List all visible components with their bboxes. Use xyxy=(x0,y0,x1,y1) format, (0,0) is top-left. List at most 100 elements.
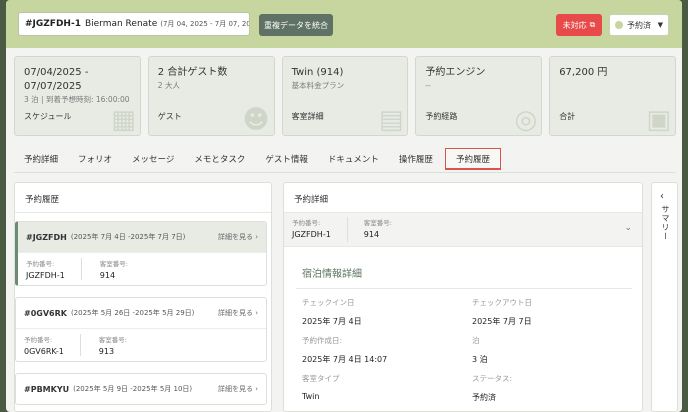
reservation-dates: (7月 04, 2025 - 7月 07, 2025) xyxy=(160,20,250,28)
schedule-sub: 3 泊 | 到着予想時刻: 16:00:00 xyxy=(24,95,130,104)
view-details-link[interactable]: 詳細を見る › xyxy=(218,384,258,394)
field-value: 2025年 7月 7日 xyxy=(472,317,532,326)
tab-notes-tasks[interactable]: メモとタスク xyxy=(184,146,255,172)
history-id: #JGZFDH xyxy=(26,232,67,242)
tab-reservation-history[interactable]: 予約履歴 xyxy=(444,148,501,170)
room-type: Twin (914) xyxy=(291,67,344,78)
room-no-label: 客室番号: xyxy=(99,260,128,268)
chevron-down-icon: ▼ xyxy=(657,21,663,29)
field-value: Twin xyxy=(302,392,320,401)
card-total[interactable]: 67,200 円 合計 ▣ xyxy=(549,56,676,136)
history-id: #PBMKYU xyxy=(24,384,70,394)
reservation-code: #JGZFDH-1 xyxy=(25,19,81,29)
tab-reservation-details[interactable]: 予約詳細 xyxy=(14,146,68,172)
calendar-icon: ▦ xyxy=(111,105,136,135)
card-room[interactable]: Twin (914) 基本料金プラン 客室詳細 ▤ xyxy=(281,56,409,136)
stay-details: 宿泊情報詳細 チェックイン日 2025年 7月 4日 チェックアウト日 2025… xyxy=(292,257,636,411)
field-value: 3 泊 xyxy=(472,355,488,364)
history-item-body: 予約番号: 0GV6RK-1 客室番号: 913 xyxy=(16,328,266,361)
history-item-body: 予約番号: JGZFDH-1 客室番号: 914 xyxy=(18,252,266,285)
checkout-field: チェックアウト日 2025年 7月 7日 xyxy=(472,297,532,327)
summary-side-tab[interactable]: ‹ サマリー xyxy=(651,182,678,412)
tab-divider xyxy=(14,172,676,173)
room-type-field: 客室タイプ Twin xyxy=(302,373,340,401)
history-dates: (2025年 7月 4日 -2025年 7月 7日) xyxy=(70,233,186,241)
history-item-header: #0GV6RK (2025年 5月 26日 -2025年 5月 29日) 詳細を… xyxy=(16,298,266,328)
people-icon: ☻ xyxy=(242,105,270,135)
res-no-value: JGZFDH-1 xyxy=(26,271,65,280)
merge-duplicates-button[interactable]: 重複データを統合 xyxy=(259,14,333,36)
room-no-label: 客室番号: xyxy=(363,219,392,227)
status-label: 予約済 xyxy=(627,20,651,30)
field-label: 泊 xyxy=(472,336,480,345)
tab-activity-log[interactable]: 操作履歴 xyxy=(389,146,443,172)
tab-bar: 予約詳細 フォリオ メッセージ メモとタスク ゲスト情報 ドキュメント 操作履歴… xyxy=(14,146,676,172)
modal-header: #JGZFDH-1 Bierman Renate (7月 04, 2025 - … xyxy=(6,0,682,48)
card-label: スケジュール xyxy=(24,112,72,121)
history-id: #0GV6RK xyxy=(24,308,67,318)
summary-cards: 07/04/2025 - 07/07/2025 3 泊 | 到着予想時刻: 16… xyxy=(14,56,676,136)
status-field: ステータス: 予約済 xyxy=(472,373,512,403)
room-no-value: 914 xyxy=(99,271,116,280)
tab-guest-info[interactable]: ゲスト情報 xyxy=(255,146,318,172)
res-no-label: 予約番号: xyxy=(292,219,321,227)
unpaid-button[interactable]: 未対応 ⧉ xyxy=(556,14,602,36)
history-item[interactable]: #0GV6RK (2025年 5月 26日 -2025年 5月 29日) 詳細を… xyxy=(15,297,267,362)
tab-documents[interactable]: ドキュメント xyxy=(318,146,389,172)
history-item[interactable]: #PBMKYU (2025年 5月 9日 -2025年 5月 10日) 詳細を見… xyxy=(15,373,267,405)
guest-name: Bierman Renate xyxy=(84,19,158,29)
channel-name: 予約エンジン xyxy=(425,67,486,78)
card-guests[interactable]: 2 合計ゲスト数 2 大人 ゲスト ☻ xyxy=(147,56,275,136)
guest-sub: 2 大人 xyxy=(157,81,180,90)
field-label: 客室タイプ xyxy=(302,374,340,383)
chevron-down-icon[interactable]: ⌄ xyxy=(624,223,632,233)
history-panel-title: 予約履歴 xyxy=(15,183,271,213)
detail-id-row[interactable]: 予約番号: JGZFDH-1 客室番号: 914 ⌄ xyxy=(284,213,642,247)
history-item-header: #JGZFDH (2025年 7月 4日 -2025年 7月 7日) 詳細を見る… xyxy=(18,222,266,252)
schedule-end: 07/07/2025 xyxy=(24,81,82,92)
room-no-value: 914 xyxy=(363,230,380,239)
summary-label: サマリー xyxy=(661,205,670,241)
view-details-link[interactable]: 詳細を見る › xyxy=(218,308,258,318)
created-field: 予約作成日: 2025年 7月 4日 14:07 xyxy=(302,335,387,365)
res-no-label: 予約番号: xyxy=(24,336,53,344)
history-panel: 予約履歴 #JGZFDH (2025年 7月 4日 -2025年 7月 7日) … xyxy=(14,182,272,412)
room-no-value: 913 xyxy=(98,347,115,356)
card-label: 合計 xyxy=(559,112,576,121)
card-channel[interactable]: 予約エンジン -- 予約経路 ◎ xyxy=(415,56,543,136)
status-select[interactable]: 予約済 ▼ xyxy=(609,14,669,36)
total-amount: 67,200 円 xyxy=(559,67,608,78)
tab-messages[interactable]: メッセージ xyxy=(122,146,184,172)
schedule-start: 07/04/2025 - xyxy=(24,67,89,78)
card-label: 客室詳細 xyxy=(291,112,324,121)
rate-plan: 基本料金プラン xyxy=(291,81,345,90)
building-icon: ▤ xyxy=(378,105,404,135)
detail-panel: 予約詳細 予約番号: JGZFDH-1 客室番号: 914 ⌄ 宿泊情報詳細 チ… xyxy=(283,182,643,412)
history-item[interactable]: #JGZFDH (2025年 7月 4日 -2025年 7月 7日) 詳細を見る… xyxy=(15,221,267,286)
detail-panel-title: 予約詳細 xyxy=(284,183,642,213)
status-dot-icon xyxy=(615,21,623,29)
history-dates: (2025年 5月 26日 -2025年 5月 29日) xyxy=(70,309,195,317)
field-value: 2025年 7月 4日 14:07 xyxy=(302,355,388,364)
card-schedule[interactable]: 07/04/2025 - 07/07/2025 3 泊 | 到着予想時刻: 16… xyxy=(14,56,141,136)
card-label: ゲスト xyxy=(157,112,182,121)
unpaid-label: 未対応 xyxy=(562,20,587,30)
money-icon: ▣ xyxy=(646,105,671,135)
field-label: チェックアウト日 xyxy=(472,298,532,307)
history-item-header: #PBMKYU (2025年 5月 9日 -2025年 5月 10日) 詳細を見… xyxy=(16,374,266,404)
channel-sub: -- xyxy=(425,81,431,90)
field-value: 予約済 xyxy=(472,393,496,402)
checkin-field: チェックイン日 2025年 7月 4日 xyxy=(302,297,362,327)
res-no-label: 予約番号: xyxy=(26,260,55,268)
res-no-value: 0GV6RK-1 xyxy=(24,347,64,356)
history-dates: (2025年 5月 9日 -2025年 5月 10日) xyxy=(73,385,193,393)
view-details-link[interactable]: 詳細を見る › xyxy=(218,232,258,242)
nights-field: 泊 3 泊 xyxy=(472,335,488,365)
reservation-modal: #JGZFDH-1 Bierman Renate (7月 04, 2025 - … xyxy=(6,0,682,412)
card-label: 予約経路 xyxy=(425,112,458,121)
field-label: チェックイン日 xyxy=(302,298,355,307)
field-label: 予約作成日: xyxy=(302,336,343,345)
tab-folio[interactable]: フォリオ xyxy=(68,146,122,172)
chevron-left-icon: ‹ xyxy=(660,191,664,202)
reservation-select[interactable]: #JGZFDH-1 Bierman Renate (7月 04, 2025 - … xyxy=(18,12,250,36)
